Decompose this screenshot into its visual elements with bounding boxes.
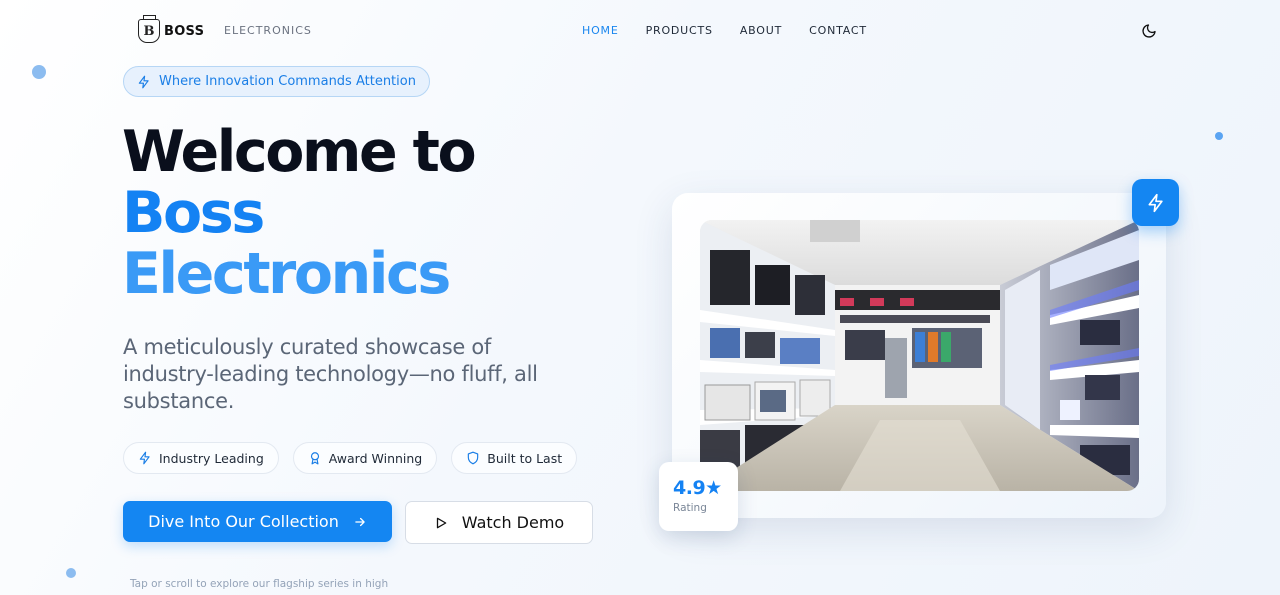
feature-pill-label: Award Winning xyxy=(328,450,423,466)
bolt-icon xyxy=(138,75,149,88)
feature-pill-built-to-last: Built to Last xyxy=(451,442,578,474)
brand-logo[interactable]: B BOSS xyxy=(138,15,205,43)
feature-pill-award-winning: Award Winning xyxy=(292,442,438,474)
logo-mark-icon: B xyxy=(138,15,160,43)
play-icon xyxy=(436,517,447,528)
feature-pill-label: Industry Leading xyxy=(159,450,264,466)
decorative-dot xyxy=(66,568,76,578)
dive-into-collection-button[interactable]: Dive Into Our Collection xyxy=(123,501,392,542)
rating-label: Rating xyxy=(673,502,707,514)
primary-cta-label: Dive Into Our Collection xyxy=(148,512,339,531)
brand-subtitle: ELECTRONICS xyxy=(224,24,312,37)
arrow-right-icon xyxy=(355,517,365,526)
secondary-cta-label: Watch Demo xyxy=(461,513,565,532)
rating-card: 4.9★ Rating xyxy=(659,462,738,531)
tagline-text: Where Innovation Commands Attention xyxy=(159,74,416,89)
hero-title-line-2: Boss xyxy=(122,180,265,246)
nav-contact[interactable]: CONTACT xyxy=(809,24,867,37)
site-header: B BOSS ELECTRONICS HOME PRODUCTS ABOUT C… xyxy=(0,0,1280,62)
feature-pill-industry-leading: Industry Leading xyxy=(123,442,279,474)
nav-products[interactable]: PRODUCTS xyxy=(646,24,713,37)
feature-pill-label: Built to Last xyxy=(487,450,563,466)
hero-description: A meticulously curated showcase of indus… xyxy=(123,335,538,413)
rating-value: 4.9★ xyxy=(673,477,722,499)
theme-toggle-button[interactable] xyxy=(1141,23,1157,39)
moon-icon xyxy=(1142,24,1156,38)
nav-home[interactable]: HOME xyxy=(582,24,619,37)
store-interior-image xyxy=(700,220,1139,491)
decorative-dot xyxy=(32,65,46,79)
watch-demo-button[interactable]: Watch Demo xyxy=(405,501,593,544)
decorative-dot xyxy=(1215,132,1223,140)
bolt-icon xyxy=(139,451,150,465)
hero-title: Welcome to Boss Electronics xyxy=(122,119,477,307)
quick-action-bolt-button[interactable] xyxy=(1132,179,1179,226)
scroll-hint: Tap or scroll to explore our flagship se… xyxy=(130,578,389,590)
hero-title-line-1: Welcome to xyxy=(122,119,477,185)
award-icon xyxy=(310,452,319,465)
feature-pills: Industry Leading Award Winning Built to … xyxy=(123,442,578,474)
bolt-icon xyxy=(1148,193,1163,212)
brand-name: BOSS xyxy=(164,23,205,39)
shield-icon xyxy=(468,451,479,465)
nav-about[interactable]: ABOUT xyxy=(740,24,782,37)
main-nav: HOME PRODUCTS ABOUT CONTACT xyxy=(582,24,867,37)
hero-title-line-3: Electronics xyxy=(122,241,451,307)
tagline-badge: Where Innovation Commands Attention xyxy=(123,66,430,97)
